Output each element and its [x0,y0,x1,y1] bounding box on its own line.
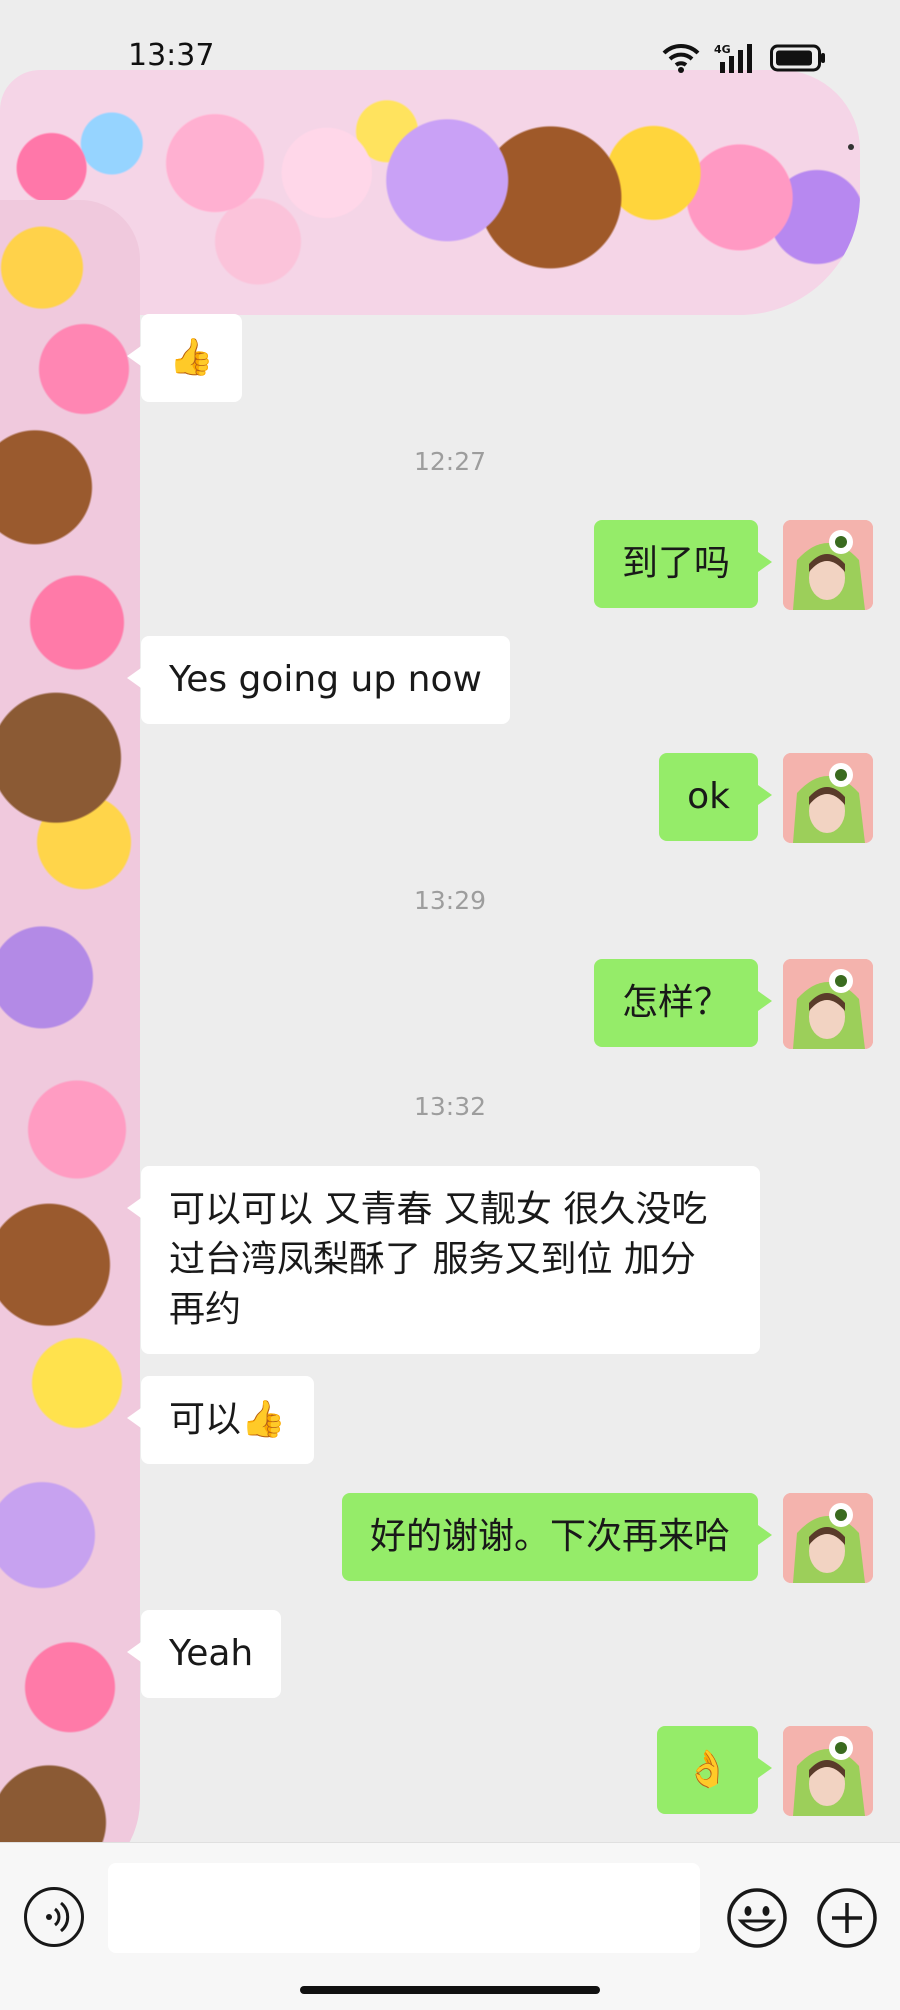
chat-area[interactable]: 👍 12:27 到了吗 Yes going up now ok 13:29 怎样… [0,0,900,1840]
plus-icon[interactable] [816,1887,878,1949]
status-icons: 4G [662,38,826,78]
voice-icon[interactable] [24,1887,84,1947]
message-outgoing[interactable]: 👌 [657,1726,772,1814]
message-incoming[interactable]: Yes going up now [127,636,510,724]
wifi-icon [662,43,700,73]
status-time: 13:37 [128,38,215,73]
message-outgoing[interactable]: ok [659,753,772,841]
message-timestamp: 13:29 [413,886,487,915]
message-incoming[interactable]: Yeah [126,1610,282,1698]
avatar[interactable] [783,1493,873,1583]
message-outgoing[interactable]: 怎样？ [593,959,773,1047]
message-timestamp: 13:32 [413,1092,487,1121]
more-dot [848,144,854,150]
avatar[interactable] [783,753,873,843]
network-label: 4G [714,43,731,56]
emoji-icon[interactable] [726,1887,788,1949]
battery-icon [770,44,826,72]
input-bar [0,1842,900,2010]
cellular-signal-icon: 4G [714,42,756,74]
avatar[interactable] [783,1726,873,1816]
avatar[interactable] [783,520,873,610]
message-outgoing[interactable]: 好的谢谢。下次再来哈 [341,1493,773,1581]
message-incoming[interactable]: 可以可以 又青春 又靓女 很久没吃 过台湾凤梨酥了 服务又到位 加分 再约 [127,1166,760,1354]
message-incoming[interactable]: 👍 [127,314,242,402]
avatar[interactable] [783,959,873,1049]
home-indicator[interactable] [300,1986,600,1994]
message-incoming[interactable]: 可以👍 [127,1376,314,1464]
status-bar: 13:37 4G [0,0,900,90]
message-outgoing[interactable]: 到了吗 [593,520,773,608]
message-input[interactable] [108,1863,700,1953]
message-timestamp: 12:27 [413,447,487,476]
